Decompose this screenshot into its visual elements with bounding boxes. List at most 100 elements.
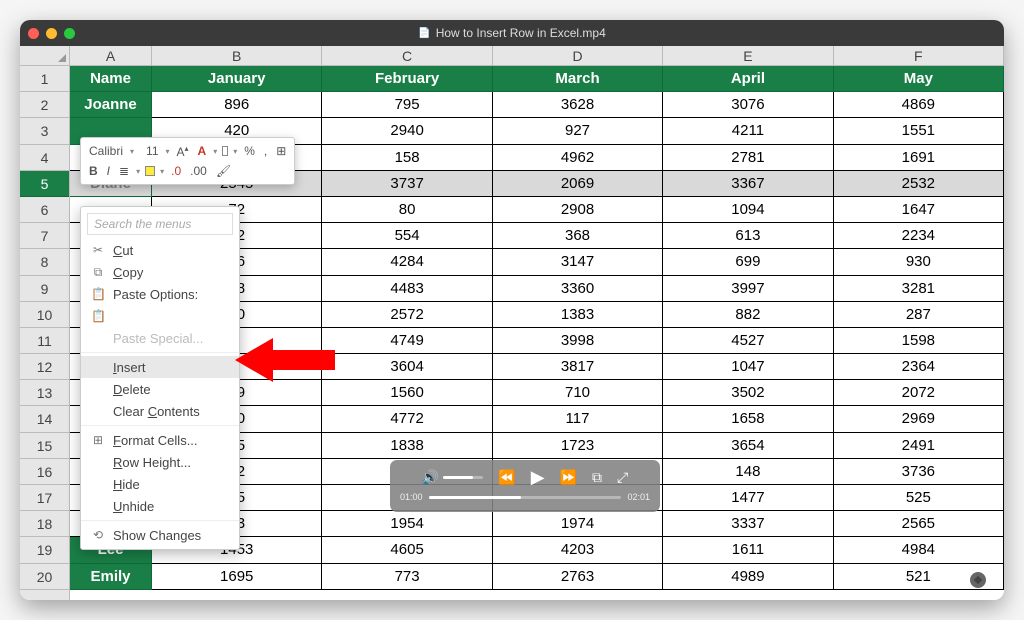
cell[interactable]: 4984: [834, 537, 1004, 563]
context-menu-item[interactable]: Insert: [81, 356, 239, 378]
cell[interactable]: 3147: [493, 249, 663, 275]
bold-icon[interactable]: B: [87, 164, 100, 178]
minimize-window-button[interactable]: [46, 28, 57, 39]
cell[interactable]: 3502: [663, 380, 833, 406]
maximize-window-button[interactable]: [64, 28, 75, 39]
cell[interactable]: May: [834, 66, 1004, 92]
cell[interactable]: 4749: [322, 328, 492, 354]
cell[interactable]: February: [322, 66, 492, 92]
cell[interactable]: 4989: [663, 564, 833, 590]
cell[interactable]: 896: [152, 92, 322, 118]
column-header-A[interactable]: A: [70, 46, 152, 65]
seek-bar[interactable]: [429, 496, 622, 499]
cell[interactable]: 1611: [663, 537, 833, 563]
row-header-17[interactable]: 17: [20, 485, 69, 511]
cell[interactable]: 3604: [322, 354, 492, 380]
row-header-11[interactable]: 11: [20, 328, 69, 354]
cell[interactable]: 613: [663, 223, 833, 249]
row-header-10[interactable]: 10: [20, 302, 69, 328]
cell[interactable]: 2532: [834, 171, 1004, 197]
cell[interactable]: 2969: [834, 406, 1004, 432]
row-header-14[interactable]: 14: [20, 406, 69, 432]
context-menu-item[interactable]: Row Height...: [81, 451, 239, 473]
cell[interactable]: 3654: [663, 433, 833, 459]
cell[interactable]: 882: [663, 302, 833, 328]
cell[interactable]: 3360: [493, 276, 663, 302]
context-menu-search[interactable]: Search the menus: [87, 213, 233, 235]
fullscreen-icon[interactable]: ⤢: [617, 469, 628, 486]
cell[interactable]: Emily: [70, 564, 152, 590]
cells-icon[interactable]: ⊞: [274, 144, 288, 158]
cell[interactable]: 158: [322, 145, 492, 171]
cell[interactable]: January: [152, 66, 322, 92]
column-header-E[interactable]: E: [663, 46, 833, 65]
cell[interactable]: 1695: [152, 564, 322, 590]
cell[interactable]: 1094: [663, 197, 833, 223]
forward-icon[interactable]: ⏩: [560, 469, 577, 486]
row-header-16[interactable]: 16: [20, 459, 69, 485]
cell[interactable]: 699: [663, 249, 833, 275]
row-header-4[interactable]: 4: [20, 145, 69, 171]
cell[interactable]: 1383: [493, 302, 663, 328]
cell[interactable]: 3367: [663, 171, 833, 197]
row-header-6[interactable]: 6: [20, 197, 69, 223]
comma-icon[interactable]: ,: [262, 144, 269, 158]
cell[interactable]: 3076: [663, 92, 833, 118]
cell[interactable]: April: [663, 66, 833, 92]
cell[interactable]: 3737: [322, 171, 492, 197]
font-color-icon[interactable]: A: [196, 144, 209, 158]
border-icon[interactable]: [222, 146, 228, 156]
decrease-decimal-icon[interactable]: .0: [169, 164, 183, 178]
row-header-9[interactable]: 9: [20, 276, 69, 302]
cell[interactable]: 2781: [663, 145, 833, 171]
italic-icon[interactable]: I: [105, 164, 112, 178]
close-window-button[interactable]: [28, 28, 39, 39]
increase-decimal-icon[interactable]: .00: [188, 164, 209, 178]
cell[interactable]: 927: [493, 118, 663, 144]
cell[interactable]: 930: [834, 249, 1004, 275]
row-header-13[interactable]: 13: [20, 380, 69, 406]
cell[interactable]: 80: [322, 197, 492, 223]
cell[interactable]: 2491: [834, 433, 1004, 459]
row-header-5[interactable]: 5: [20, 171, 69, 197]
cell[interactable]: 3997: [663, 276, 833, 302]
cell[interactable]: 1974: [493, 511, 663, 537]
volume-control[interactable]: 🔊: [422, 469, 483, 486]
cell[interactable]: 4869: [834, 92, 1004, 118]
mini-toolbar[interactable]: Calibri▾ 11▾ A▴ A▾ ▾ % , ⊞ B I ≣▾ ▾ .0 .…: [80, 137, 295, 185]
cell[interactable]: 4772: [322, 406, 492, 432]
cell[interactable]: 1551: [834, 118, 1004, 144]
cell[interactable]: 1047: [663, 354, 833, 380]
cell[interactable]: 3281: [834, 276, 1004, 302]
increase-font-icon[interactable]: A▴: [175, 144, 191, 159]
cell[interactable]: 4962: [493, 145, 663, 171]
row-header-2[interactable]: 2: [20, 92, 69, 118]
context-menu-item[interactable]: 📋Paste Options:: [81, 283, 239, 305]
video-controls[interactable]: 🔊 ⏪ ▶ ⏩ ⧉ ⤢ 01:00 02:01: [390, 460, 660, 512]
cell[interactable]: 773: [322, 564, 492, 590]
cell[interactable]: 3337: [663, 511, 833, 537]
font-size[interactable]: 11: [144, 144, 160, 158]
cell[interactable]: 1954: [322, 511, 492, 537]
cell[interactable]: 368: [493, 223, 663, 249]
cell[interactable]: 3998: [493, 328, 663, 354]
cell[interactable]: 2234: [834, 223, 1004, 249]
play-icon[interactable]: ▶: [531, 467, 545, 488]
cell[interactable]: 1598: [834, 328, 1004, 354]
column-header-D[interactable]: D: [493, 46, 663, 65]
cell[interactable]: 3736: [834, 459, 1004, 485]
context-menu-item[interactable]: Clear Contents: [81, 400, 239, 422]
select-all-corner[interactable]: [20, 46, 70, 66]
context-menu-item[interactable]: Hide: [81, 473, 239, 495]
cell[interactable]: 2940: [322, 118, 492, 144]
cell[interactable]: Name: [70, 66, 152, 92]
column-header-C[interactable]: C: [322, 46, 492, 65]
cell[interactable]: 1723: [493, 433, 663, 459]
cell[interactable]: 117: [493, 406, 663, 432]
format-painter-icon[interactable]: 🖌: [214, 164, 233, 178]
rewind-icon[interactable]: ⏪: [498, 469, 515, 486]
context-menu-item[interactable]: ⟲Show Changes: [81, 524, 239, 546]
cell[interactable]: 4203: [493, 537, 663, 563]
context-menu-item[interactable]: Delete: [81, 378, 239, 400]
cell[interactable]: 4605: [322, 537, 492, 563]
